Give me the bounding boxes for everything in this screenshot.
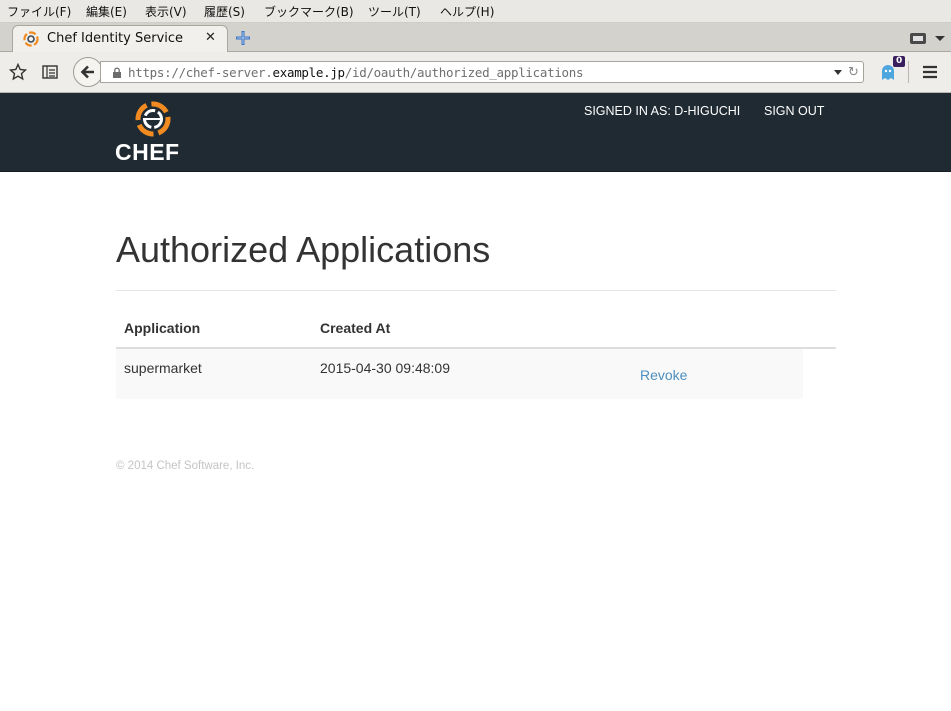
back-arrow-icon	[80, 65, 94, 79]
back-button[interactable]	[73, 57, 103, 87]
page-title: Authorized Applications	[116, 229, 491, 270]
tab-title: Chef Identity Service	[47, 31, 184, 46]
url-dropdown-icon[interactable]	[834, 70, 842, 75]
menu-bar: ファイル(F) 編集(E) 表示(V) 履歴(S) ブックマーク(B) ツール(…	[0, 0, 951, 23]
tab-strip: Chef Identity Service ✕	[0, 23, 951, 52]
signed-in-user: SIGNED IN AS: D-HIGUCHI	[584, 104, 741, 118]
chef-logo-text[interactable]: CHEF	[115, 139, 180, 166]
menu-tools[interactable]: ツール(T)	[368, 3, 421, 20]
menu-help[interactable]: ヘルプ(H)	[440, 3, 494, 20]
url-prefix: https://chef-server.	[128, 65, 273, 80]
url-host: example.jp	[272, 65, 346, 80]
title-divider	[116, 290, 836, 291]
menu-file[interactable]: ファイル(F)	[7, 3, 71, 20]
reader-list-icon[interactable]	[41, 63, 59, 81]
revoke-link[interactable]: Revoke	[640, 367, 687, 383]
chef-favicon-icon	[23, 31, 39, 47]
hamburger-menu-icon[interactable]	[921, 63, 939, 81]
column-header-created-at: Created At	[320, 320, 391, 336]
toolbar-separator	[908, 61, 909, 83]
cell-application: supermarket	[124, 360, 202, 376]
addon-badge: 0	[893, 56, 906, 67]
address-bar[interactable]: https://chef-server.example.jp/id/oauth/…	[100, 61, 864, 83]
bookmark-star-icon[interactable]	[9, 63, 27, 81]
tab-list-icon[interactable]	[909, 29, 945, 47]
table-row	[116, 349, 803, 399]
lock-icon	[113, 67, 121, 78]
menu-edit[interactable]: 編集(E)	[86, 3, 127, 20]
navigation-bar: https://chef-server.example.jp/id/oauth/…	[0, 52, 951, 93]
menu-history[interactable]: 履歴(S)	[204, 3, 245, 20]
menu-bookmarks[interactable]: ブックマーク(B)	[264, 3, 354, 20]
sign-out-link[interactable]: SIGN OUT	[764, 104, 824, 118]
footer-copyright: © 2014 Chef Software, Inc.	[116, 460, 255, 472]
reload-icon[interactable]: ↻	[848, 65, 859, 80]
new-tab-icon[interactable]	[234, 29, 252, 47]
cell-created-at: 2015-04-30 09:48:09	[320, 360, 450, 376]
url-text: https://chef-server.example.jp/id/oauth/…	[128, 65, 584, 80]
chef-logo-icon[interactable]	[133, 99, 173, 139]
tab-close-icon[interactable]: ✕	[205, 30, 216, 45]
menu-view[interactable]: 表示(V)	[145, 3, 187, 20]
url-path: /id/oauth/authorized_applications	[344, 65, 584, 80]
column-header-application: Application	[124, 320, 201, 336]
browser-tab[interactable]: Chef Identity Service ✕	[12, 25, 228, 52]
